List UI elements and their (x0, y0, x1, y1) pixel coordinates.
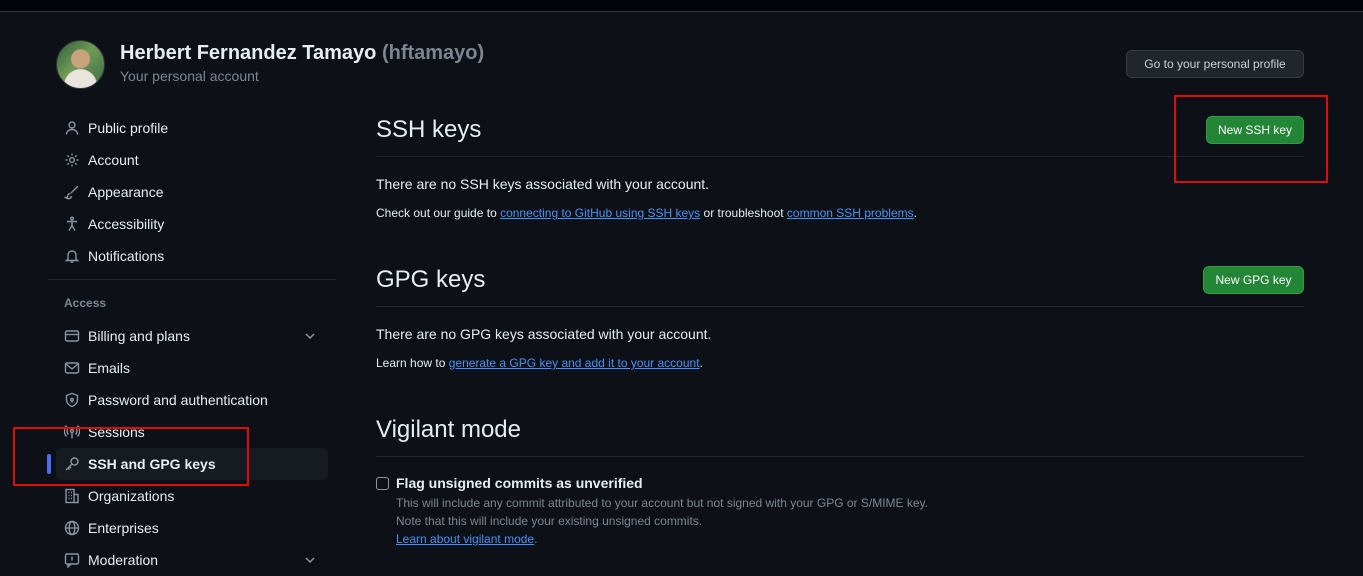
sidebar-item-label: Accessibility (88, 216, 165, 232)
active-indicator (47, 454, 51, 474)
gpg-learn-suffix: . (699, 356, 703, 370)
avatar[interactable] (56, 40, 105, 89)
sidebar-item-label: Appearance (88, 184, 164, 200)
sidebar-item-public-profile[interactable]: Public profile (56, 112, 328, 144)
vigilant-description-2: Note that this will include your existin… (396, 514, 703, 528)
vigilant-mode-heading: Vigilant mode (376, 416, 521, 443)
ssh-guide-middle: or troubleshoot (700, 206, 787, 220)
gpg-learn-link[interactable]: generate a GPG key and add it to your ac… (449, 356, 700, 370)
sidebar-item-sessions[interactable]: Sessions (56, 416, 328, 448)
gpg-learn-prefix: Learn how to (376, 356, 449, 370)
sidebar-item-label: Billing and plans (88, 328, 190, 344)
vigilant-learn-text: Learn about vigilant mode. (396, 532, 537, 546)
globe-icon (64, 520, 80, 536)
sidebar-item-label: Enterprises (88, 520, 159, 536)
sidebar-item-label: SSH and GPG keys (88, 456, 216, 472)
chevron-down-icon[interactable] (302, 328, 318, 344)
sidebar-item-emails[interactable]: Emails (56, 352, 328, 384)
sidebar-divider (48, 279, 336, 280)
sidebar-item-notifications[interactable]: Notifications (56, 240, 328, 272)
report-icon (64, 552, 80, 568)
top-bar (0, 0, 1363, 12)
sidebar-item-label: Account (88, 152, 139, 168)
new-gpg-key-button[interactable]: New GPG key (1203, 266, 1304, 294)
gpg-empty-message: There are no GPG keys associated with yo… (376, 326, 712, 342)
chevron-down-icon[interactable] (302, 552, 318, 568)
sidebar-item-label: Notifications (88, 248, 165, 264)
shield-lock-icon (64, 392, 80, 408)
ssh-guide-link[interactable]: connecting to GitHub using SSH keys (500, 206, 700, 220)
person-icon (64, 120, 80, 136)
user-handle: (hftamayo) (381, 42, 485, 64)
sidebar-item-label: Moderation (88, 552, 159, 568)
go-to-profile-button[interactable]: Go to your personal profile (1126, 50, 1304, 78)
sidebar-item-moderation[interactable]: Moderation (56, 544, 328, 576)
ssh-empty-message: There are no SSH keys associated with yo… (376, 176, 710, 192)
sidebar-item-label: Password and authentication (88, 392, 268, 408)
account-subtitle: Your personal account (120, 68, 259, 84)
new-ssh-key-button[interactable]: New SSH key (1206, 116, 1304, 144)
gpg-learn-text: Learn how to generate a GPG key and add … (376, 356, 703, 370)
sidebar-item-password-auth[interactable]: Password and authentication (56, 384, 328, 416)
sidebar-item-label: Sessions (88, 424, 145, 440)
organization-icon (64, 488, 80, 504)
ssh-guide-text: Check out our guide to connecting to Git… (376, 206, 917, 220)
section-divider (376, 456, 1304, 457)
sidebar-item-label: Organizations (88, 488, 175, 504)
sidebar-item-enterprises[interactable]: Enterprises (56, 512, 328, 544)
credit-card-icon (64, 328, 80, 344)
vigilant-mode-checkbox[interactable] (376, 477, 389, 490)
vigilant-checkbox-label[interactable]: Flag unsigned commits as unverified (396, 475, 643, 491)
gpg-keys-heading: GPG keys (376, 266, 486, 293)
vigilant-learn-suffix: . (534, 532, 538, 546)
section-divider (376, 306, 1304, 307)
sidebar-item-ssh-gpg-keys[interactable]: SSH and GPG keys (56, 448, 328, 480)
key-icon (64, 456, 80, 472)
sidebar-item-billing[interactable]: Billing and plans (56, 320, 328, 352)
vigilant-learn-link[interactable]: Learn about vigilant mode (396, 532, 534, 546)
sidebar-item-organizations[interactable]: Organizations (56, 480, 328, 512)
gear-icon (64, 152, 80, 168)
sidebar-item-accessibility[interactable]: Accessibility (56, 208, 328, 240)
accessibility-icon (64, 216, 80, 232)
sidebar-item-appearance[interactable]: Appearance (56, 176, 328, 208)
paintbrush-icon (64, 184, 80, 200)
user-full-name: Herbert Fernandez Tamayo (120, 42, 377, 64)
user-name: Herbert Fernandez Tamayo (hftamayo) (120, 42, 484, 65)
mail-icon (64, 360, 80, 376)
sidebar-item-label: Emails (88, 360, 131, 376)
sidebar-item-account[interactable]: Account (56, 144, 328, 176)
section-divider (376, 156, 1304, 157)
sidebar-item-label: Public profile (88, 120, 169, 136)
ssh-troubleshoot-link[interactable]: common SSH problems (787, 206, 914, 220)
vigilant-description-1: This will include any commit attributed … (396, 496, 929, 510)
broadcast-icon (64, 424, 80, 440)
ssh-guide-prefix: Check out our guide to (376, 206, 501, 220)
ssh-guide-suffix: . (913, 206, 917, 220)
section-heading-access: Access (64, 296, 107, 310)
ssh-keys-heading: SSH keys (376, 116, 482, 143)
bell-icon (64, 248, 80, 264)
